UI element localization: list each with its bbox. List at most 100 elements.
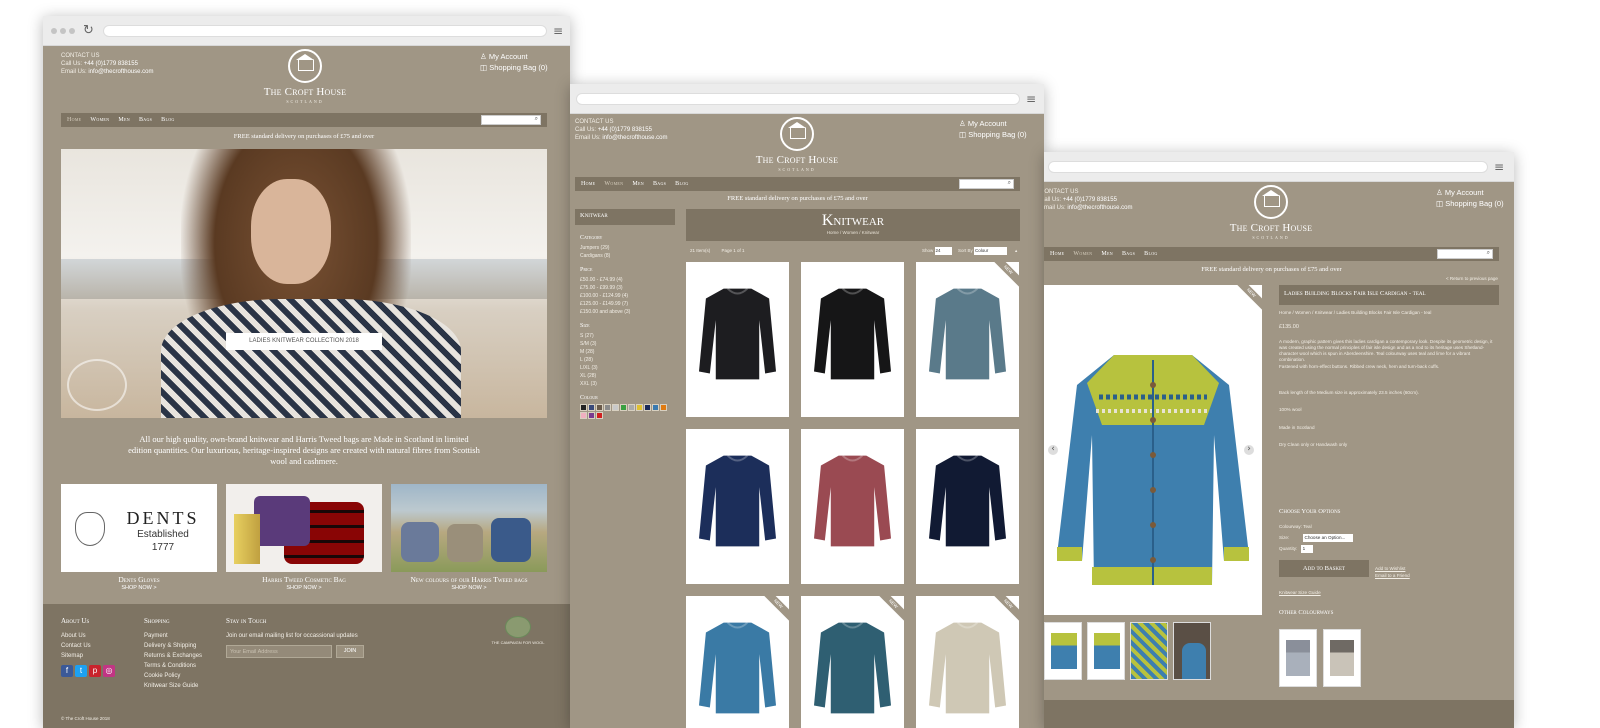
nav-blog[interactable]: Blog <box>1144 251 1157 257</box>
product-card[interactable]: NEW <box>916 262 1019 417</box>
nav-women[interactable]: Women <box>90 117 109 123</box>
tile-shop-cosmetic[interactable]: SHOP NOW > <box>226 585 382 591</box>
colour-swatch[interactable] <box>660 404 667 411</box>
nav-bags[interactable]: Bags <box>653 181 666 187</box>
quantity-select[interactable]: 1 <box>1300 545 1313 553</box>
email-link[interactable]: info@thecrofthouse.com <box>1067 205 1132 211</box>
search-input[interactable]: Search ⌕ <box>481 115 541 125</box>
filter-option[interactable]: S (27) <box>580 332 675 340</box>
address-bar[interactable] <box>103 25 547 37</box>
filter-option[interactable]: £125.00 - £149.99 (7) <box>580 300 675 308</box>
filter-option[interactable]: L/XL (3) <box>580 364 675 372</box>
footer-link[interactable]: Cookie Policy <box>144 671 202 681</box>
footer-link[interactable]: Knitwear Size Guide <box>144 681 202 691</box>
filter-option[interactable]: £50.00 - £74.99 (4) <box>580 276 675 284</box>
product-thumbnail[interactable] <box>1044 622 1082 680</box>
pinterest-icon[interactable]: p <box>89 665 101 677</box>
nav-women[interactable]: Women <box>1073 251 1092 257</box>
search-input[interactable]: Search ⌕ <box>1437 249 1493 259</box>
search-icon[interactable]: ⌕ <box>1487 250 1490 257</box>
filter-option[interactable]: M (28) <box>580 348 675 356</box>
nav-blog[interactable]: Blog <box>675 181 688 187</box>
return-link[interactable]: < Return to previous page <box>1446 275 1498 283</box>
window-dot[interactable] <box>60 28 66 34</box>
colour-swatch[interactable] <box>636 404 643 411</box>
footer-link[interactable]: Returns & Exchanges <box>144 651 202 661</box>
tile-caption-tweed[interactable]: New colours of our Harris Tweed bags <box>391 575 547 584</box>
filter-option[interactable]: S/M (3) <box>580 340 675 348</box>
product-card[interactable]: NEW <box>916 596 1019 728</box>
my-account-link[interactable]: ♙ My Account <box>480 51 548 62</box>
dents-tile[interactable]: DENTS Established 1777 <box>61 484 217 572</box>
colour-swatch[interactable] <box>628 404 635 411</box>
search-icon[interactable]: ⌕ <box>1008 180 1011 187</box>
menu-icon[interactable]: ≡ <box>1026 92 1036 106</box>
nav-men[interactable]: Men <box>118 117 130 123</box>
email-link[interactable]: info@thecrofthouse.com <box>602 135 667 141</box>
add-to-basket-button[interactable]: Add to Basket <box>1279 560 1369 577</box>
colour-swatch[interactable] <box>612 404 619 411</box>
next-image-arrow[interactable]: › <box>1244 445 1254 455</box>
nav-bags[interactable]: Bags <box>139 117 152 123</box>
hero-collection-button[interactable]: LADIES KNITWEAR COLLECTION 2018 <box>226 333 382 350</box>
reload-icon[interactable]: ↻ <box>83 23 94 38</box>
shopping-bag-link[interactable]: ◫ Shopping Bag (0) <box>1436 198 1504 209</box>
size-select[interactable]: Choose an Option... <box>1302 534 1353 542</box>
colour-swatch[interactable] <box>596 404 603 411</box>
nav-women[interactable]: Women <box>604 181 623 187</box>
menu-icon[interactable]: ≡ <box>553 24 563 38</box>
tile-caption-cosmetic[interactable]: Harris Tweed Cosmetic Bag <box>226 575 382 584</box>
my-account-link[interactable]: ♙ My Account <box>959 118 1027 129</box>
colour-swatch[interactable] <box>580 412 587 419</box>
footer-link[interactable]: About Us <box>61 631 117 641</box>
product-card[interactable] <box>801 262 904 417</box>
nav-men[interactable]: Men <box>1101 251 1113 257</box>
site-logo[interactable]: The Croft House SCOTLAND <box>1211 185 1331 240</box>
phone-link[interactable]: +44 (0)1779 838155 <box>1063 197 1117 203</box>
colour-swatch[interactable] <box>596 412 603 419</box>
window-dot[interactable] <box>51 28 57 34</box>
colour-swatch[interactable] <box>588 412 595 419</box>
nav-home[interactable]: Home <box>1050 251 1064 257</box>
filter-option[interactable]: L (28) <box>580 356 675 364</box>
email-link[interactable]: info@thecrofthouse.com <box>88 69 153 75</box>
nav-home[interactable]: Home <box>581 181 595 187</box>
facebook-icon[interactable]: f <box>61 665 73 677</box>
search-input[interactable]: Search ⌕ <box>959 179 1014 189</box>
filter-option[interactable]: £100.00 - £124.99 (4) <box>580 292 675 300</box>
newsletter-email-input[interactable]: Your Email Address <box>226 645 332 658</box>
footer-link[interactable]: Sitemap <box>61 651 117 661</box>
nav-blog[interactable]: Blog <box>161 117 174 123</box>
footer-link[interactable]: Payment <box>144 631 202 641</box>
colour-swatch[interactable] <box>588 404 595 411</box>
size-guide-link[interactable]: Knitwear Size Guide <box>1279 589 1499 597</box>
colourway-thumbnail[interactable] <box>1323 629 1361 687</box>
tile-shop-dents[interactable]: SHOP NOW > <box>61 585 217 591</box>
sort-direction-icon[interactable]: ▴ <box>1015 247 1017 255</box>
product-card[interactable] <box>686 429 789 584</box>
colour-swatch[interactable] <box>580 404 587 411</box>
footer-link[interactable]: Delivery & Shipping <box>144 641 202 651</box>
product-card[interactable] <box>801 429 904 584</box>
product-main-image[interactable]: NEW ‹ › <box>1044 285 1262 615</box>
filter-option[interactable]: £75.00 - £99.99 (3) <box>580 284 675 292</box>
filter-option[interactable]: Jumpers (29) <box>580 244 675 252</box>
newsletter-join-button[interactable]: JOIN <box>336 645 364 658</box>
product-card[interactable]: NEW <box>801 596 904 728</box>
phone-link[interactable]: +44 (0)1779 838155 <box>84 61 138 67</box>
nav-bags[interactable]: Bags <box>1122 251 1135 257</box>
sort-select[interactable]: Colour <box>974 247 1008 255</box>
email-friend-link[interactable]: Email to a Friend <box>1375 572 1410 580</box>
footer-link[interactable]: Contact Us <box>61 641 117 651</box>
hero-image[interactable]: LADIES KNITWEAR COLLECTION 2018 <box>61 149 547 418</box>
twitter-icon[interactable]: t <box>75 665 87 677</box>
tile-caption-dents[interactable]: Dents Gloves <box>61 575 217 584</box>
colour-swatch[interactable] <box>644 404 651 411</box>
site-logo[interactable]: The Croft House SCOTLAND <box>737 117 857 172</box>
site-logo[interactable]: The Croft House SCOTLAND <box>245 49 365 104</box>
product-card[interactable] <box>686 262 789 417</box>
colour-swatch[interactable] <box>620 404 627 411</box>
my-account-link[interactable]: ♙ My Account <box>1436 187 1504 198</box>
product-card[interactable] <box>916 429 1019 584</box>
menu-icon[interactable]: ≡ <box>1494 160 1504 174</box>
